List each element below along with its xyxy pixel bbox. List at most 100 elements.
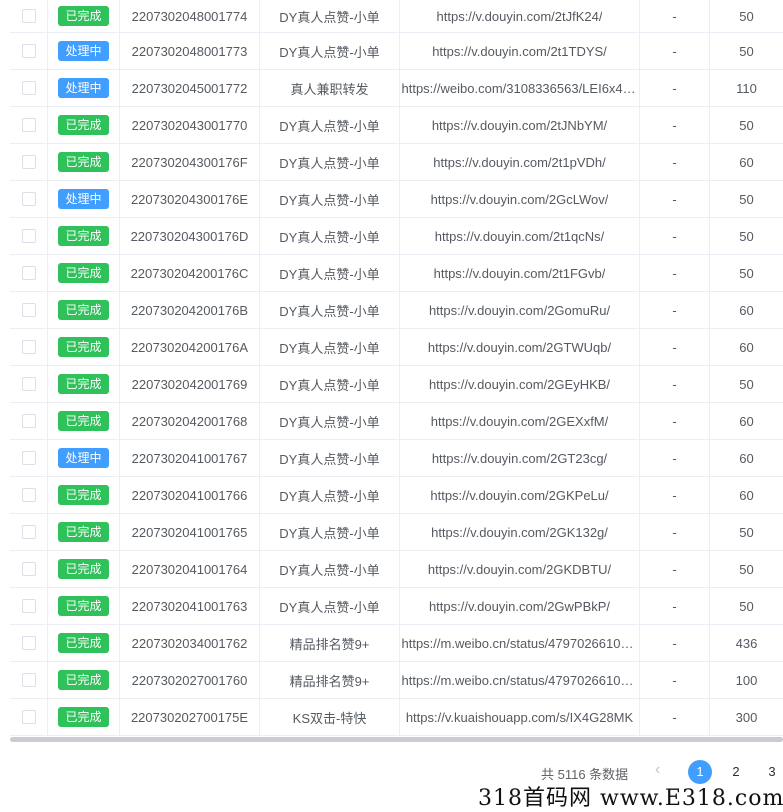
- order-link[interactable]: https://v.douyin.com/2tJfK24/: [437, 9, 603, 24]
- status-cell: 已完成: [48, 329, 120, 365]
- row-checkbox[interactable]: [21, 377, 36, 391]
- order-id: 220730204200176A: [120, 329, 260, 365]
- order-link[interactable]: https://v.douyin.com/2GKDBTU/: [428, 562, 611, 577]
- status-badge: 已完成: [58, 670, 109, 690]
- status-cell: 已完成: [48, 514, 120, 550]
- row-checkbox[interactable]: [21, 451, 36, 465]
- status-cell: 已完成: [48, 662, 120, 698]
- row-checkbox[interactable]: [21, 44, 36, 58]
- order-quantity: 50: [739, 376, 754, 392]
- status-badge: 已完成: [58, 559, 109, 579]
- order-link[interactable]: https://v.douyin.com/2t1pVDh/: [433, 155, 605, 170]
- status-cell: 已完成: [48, 403, 120, 439]
- row-checkbox[interactable]: [21, 155, 36, 169]
- row-checkbox-cell: [10, 699, 48, 735]
- order-link[interactable]: https://v.douyin.com/2GK132g/: [431, 525, 608, 540]
- order-note: -: [640, 366, 710, 402]
- link-cell: https://v.douyin.com/2GomuRu/: [400, 292, 640, 328]
- order-id: 220730204300176F: [120, 144, 260, 180]
- order-link[interactable]: https://v.douyin.com/2GEXxfM/: [431, 414, 609, 429]
- row-checkbox[interactable]: [21, 673, 36, 687]
- order-type: DY真人点赞-小单: [260, 181, 400, 217]
- order-link[interactable]: https://v.douyin.com/2GT23cg/: [432, 451, 607, 466]
- row-checkbox[interactable]: [21, 81, 36, 95]
- row-checkbox[interactable]: [21, 9, 36, 23]
- horizontal-scrollbar[interactable]: [10, 737, 783, 742]
- order-note: -: [640, 440, 710, 476]
- order-type: DY真人点赞-小单: [260, 403, 400, 439]
- order-quantity: 50: [739, 191, 754, 207]
- order-quantity: 60: [739, 413, 754, 429]
- order-link[interactable]: https://v.douyin.com/2GEyHKB/: [429, 377, 610, 392]
- table-row: 处理中 2207302045001772 真人兼职转发 https://weibo.c…: [10, 70, 783, 107]
- status-badge: 已完成: [58, 152, 109, 172]
- status-cell: 处理中: [48, 70, 120, 106]
- row-checkbox[interactable]: [21, 192, 36, 206]
- row-checkbox[interactable]: [21, 118, 36, 132]
- row-checkbox-cell: [10, 625, 48, 661]
- table-row: 已完成 2207302041001766 DY真人点赞-小单 https://v.do…: [10, 477, 783, 514]
- link-cell: https://v.kuaishouapp.com/s/IX4G28MK: [400, 699, 640, 735]
- chevron-left-icon[interactable]: ‹: [655, 761, 660, 779]
- row-checkbox[interactable]: [21, 340, 36, 354]
- order-link[interactable]: https://v.douyin.com/2GomuRu/: [429, 303, 610, 318]
- order-link[interactable]: https://m.weibo.cn/status/47970266109...: [402, 636, 638, 651]
- row-checkbox[interactable]: [21, 599, 36, 613]
- order-link[interactable]: https://weibo.com/3108336563/LEI6x44...: [402, 81, 638, 96]
- status-badge: 已完成: [58, 522, 109, 542]
- order-id: 2207302042001768: [120, 403, 260, 439]
- order-note: -: [640, 255, 710, 291]
- order-type: DY真人点赞-小单: [260, 477, 400, 513]
- link-cell: https://v.douyin.com/2t1qcNs/: [400, 218, 640, 254]
- order-type: DY真人点赞-小单: [260, 255, 400, 291]
- status-badge: 已完成: [58, 115, 109, 135]
- row-checkbox[interactable]: [21, 266, 36, 280]
- order-link[interactable]: https://v.douyin.com/2GTWUqb/: [428, 340, 611, 355]
- order-type: DY真人点赞-小单: [260, 33, 400, 69]
- order-note: -: [640, 107, 710, 143]
- order-type: 真人兼职转发: [260, 70, 400, 106]
- row-checkbox[interactable]: [21, 710, 36, 724]
- link-cell: https://v.douyin.com/2GKDBTU/: [400, 551, 640, 587]
- order-link[interactable]: https://m.weibo.cn/status/47970266109...: [402, 673, 638, 688]
- order-link[interactable]: https://v.douyin.com/2t1TDYS/: [432, 44, 607, 59]
- order-type: 精品排名赞9+: [260, 662, 400, 698]
- order-link[interactable]: https://v.kuaishouapp.com/s/IX4G28MK: [406, 710, 633, 725]
- order-link[interactable]: https://v.douyin.com/2GKPeLu/: [430, 488, 608, 503]
- row-checkbox[interactable]: [21, 303, 36, 317]
- order-quantity: 50: [739, 117, 754, 133]
- status-badge: 已完成: [58, 707, 109, 727]
- order-note: -: [640, 181, 710, 217]
- row-checkbox[interactable]: [21, 414, 36, 428]
- order-note: -: [640, 625, 710, 661]
- row-checkbox[interactable]: [21, 229, 36, 243]
- order-type: KS双击-特快: [260, 699, 400, 735]
- order-note: -: [640, 292, 710, 328]
- order-link[interactable]: https://v.douyin.com/2GcLWov/: [431, 192, 609, 207]
- order-link[interactable]: https://v.douyin.com/2tJNbYM/: [432, 118, 607, 133]
- order-quantity: 50: [739, 265, 754, 281]
- order-type: DY真人点赞-小单: [260, 514, 400, 550]
- order-id: 2207302042001769: [120, 366, 260, 402]
- row-checkbox[interactable]: [21, 562, 36, 576]
- order-note: -: [640, 33, 710, 69]
- row-checkbox[interactable]: [21, 636, 36, 650]
- order-link[interactable]: https://v.douyin.com/2GwPBkP/: [429, 599, 610, 614]
- order-link[interactable]: https://v.douyin.com/2t1qcNs/: [435, 229, 605, 244]
- row-checkbox[interactable]: [21, 525, 36, 539]
- order-type: DY真人点赞-小单: [260, 218, 400, 254]
- order-id: 220730204300176D: [120, 218, 260, 254]
- order-quantity: 110: [736, 80, 757, 96]
- row-checkbox-cell: [10, 70, 48, 106]
- table-row: 已完成 2207302042001769 DY真人点赞-小单 https://v.do…: [10, 366, 783, 403]
- status-badge: 已完成: [58, 263, 109, 283]
- status-cell: 已完成: [48, 107, 120, 143]
- link-cell: https://v.douyin.com/2t1TDYS/: [400, 33, 640, 69]
- order-note: -: [640, 329, 710, 365]
- order-link[interactable]: https://v.douyin.com/2t1FGvb/: [434, 266, 606, 281]
- row-checkbox[interactable]: [21, 488, 36, 502]
- status-cell: 已完成: [48, 292, 120, 328]
- order-type: DY真人点赞-小单: [260, 366, 400, 402]
- order-type: DY真人点赞-小单: [260, 588, 400, 624]
- link-cell: https://v.douyin.com/2GEyHKB/: [400, 366, 640, 402]
